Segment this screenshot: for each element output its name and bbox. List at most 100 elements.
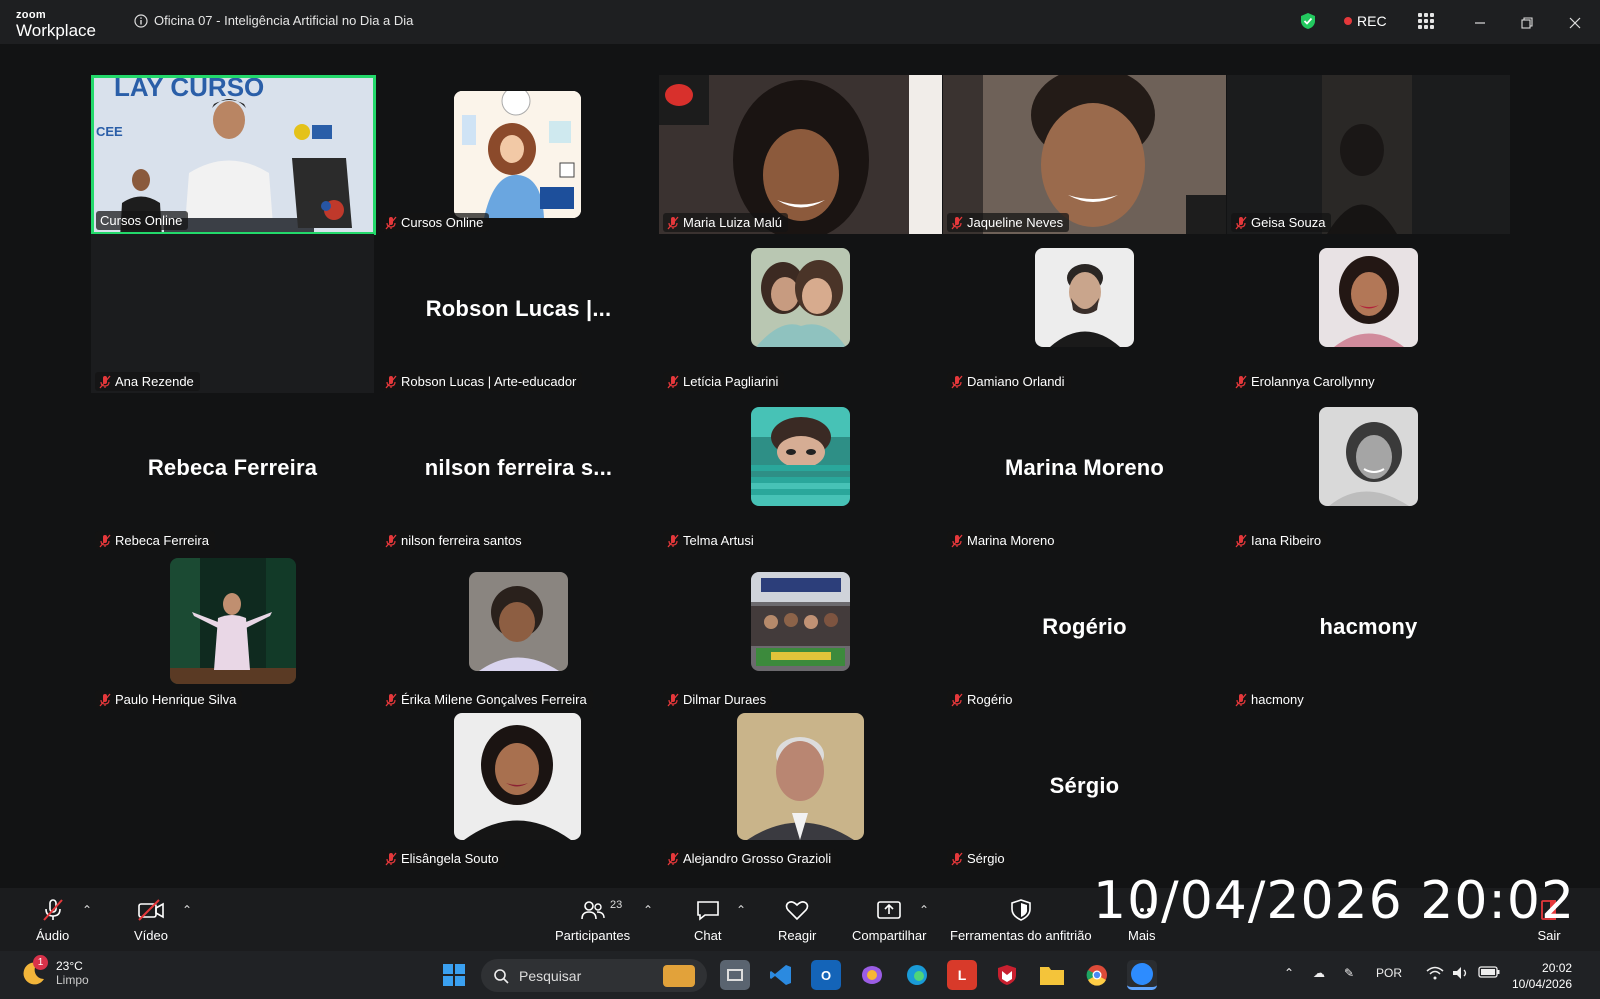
heart-icon (785, 901, 809, 921)
recording-indicator[interactable]: REC (1344, 13, 1387, 29)
participant-name: nilson ferreira santos (401, 533, 522, 548)
photo-avatar (170, 558, 296, 684)
audio-button[interactable]: Áudio (36, 898, 69, 943)
photo-avatar (454, 713, 581, 840)
muted-mic-icon (951, 852, 963, 865)
participant-tile[interactable]: Ana Rezende (91, 234, 374, 393)
participant-nametag: Damiano Orlandi (947, 372, 1071, 391)
participant-tile[interactable]: Damiano Orlandi (943, 234, 1226, 393)
search-placeholder: Pesquisar (519, 967, 582, 984)
participant-tile[interactable]: Alejandro Grosso Grazioli (659, 711, 942, 870)
host-tools-button[interactable]: Ferramentas do anfitrião (950, 898, 1092, 943)
file-explorer-icon[interactable] (1037, 960, 1067, 990)
minimize-button[interactable] (1467, 10, 1493, 36)
participant-tile[interactable]: Paulo Henrique Silva (91, 552, 374, 711)
restore-button[interactable] (1514, 10, 1540, 36)
participant-name: Cursos Online (401, 215, 484, 230)
close-button[interactable] (1562, 10, 1588, 36)
vscode-icon[interactable] (766, 960, 796, 990)
muted-mic-icon (385, 693, 397, 706)
participant-tile[interactable]: Érika Milene Gonçalves Ferreira (377, 552, 660, 711)
participant-nametag: Maria Luiza Malú (663, 213, 788, 232)
audio-options-chevron-icon[interactable]: ⌃ (82, 903, 92, 917)
video-options-chevron-icon[interactable]: ⌃ (182, 903, 192, 917)
title-bar: zoom Workplace Oficina 07 - Inteligência… (0, 0, 1600, 44)
mcafee-icon[interactable] (992, 960, 1022, 990)
participant-tile[interactable]: Maria Luiza Malú (659, 75, 942, 234)
participant-tile[interactable]: Rebeca Ferreira Rebeca Ferreira (91, 393, 374, 552)
participant-nametag: Érika Milene Gonçalves Ferreira (381, 690, 593, 709)
participant-tile[interactable]: Iana Ribeiro (1227, 393, 1510, 552)
react-button[interactable]: Reagir (778, 898, 816, 943)
participant-tile[interactable]: Letícia Pagliarini (659, 234, 942, 393)
participant-tile[interactable]: Rogério Rogério (943, 552, 1226, 711)
avatar (751, 248, 850, 347)
participant-tile[interactable]: Telma Artusi (659, 393, 942, 552)
windows-start-icon[interactable] (439, 960, 469, 990)
avatar (751, 572, 850, 671)
participant-tile[interactable]: hacmony hacmony (1227, 552, 1510, 711)
meeting-title[interactable]: Oficina 07 - Inteligência Artificial no … (134, 13, 413, 28)
taskbar-search[interactable]: Pesquisar (481, 959, 707, 992)
participant-tile[interactable]: nilson ferreira s... nilson ferreira san… (377, 393, 660, 552)
participant-nametag: Cursos Online (96, 211, 189, 230)
participant-tile[interactable]: Jaqueline Neves (943, 75, 1226, 234)
photo-avatar (751, 248, 850, 347)
participant-tile[interactable]: Geisa Souza (1227, 75, 1510, 234)
weather-widget[interactable]: 1 23°C Limpo (20, 955, 89, 988)
avatar (454, 91, 581, 218)
tray-expand-chevron-icon[interactable]: ⌃ (1284, 966, 1294, 980)
outlook-icon[interactable]: O (811, 960, 841, 990)
muted-mic-icon (385, 534, 397, 547)
participant-tile[interactable]: Elisângela Souto (377, 711, 660, 870)
volume-icon[interactable] (1452, 966, 1470, 983)
participants-count-badge: 23 (610, 899, 623, 911)
participant-name: Geisa Souza (1251, 215, 1326, 230)
participants-options-chevron-icon[interactable]: ⌃ (643, 903, 653, 917)
lastpass-icon[interactable]: L (947, 960, 977, 990)
participant-tile[interactable]: Robson Lucas |... Robson Lucas | Arte-ed… (377, 234, 660, 393)
participant-nametag: Sérgio (947, 849, 1011, 868)
onedrive-cloud-icon[interactable]: ☁ (1313, 966, 1325, 980)
photo-avatar (751, 572, 850, 671)
battery-icon[interactable] (1478, 966, 1500, 981)
avatar (454, 713, 581, 840)
clock-time: 20:02 (1542, 961, 1573, 975)
participant-tile[interactable]: Erolannya Carollynny (1227, 234, 1510, 393)
copilot-icon[interactable] (857, 960, 887, 990)
language-indicator[interactable]: POR (1376, 966, 1402, 980)
pen-tray-icon[interactable]: ✎ (1344, 966, 1354, 980)
apps-grid-icon[interactable] (1418, 13, 1434, 34)
weather-desc: Limpo (56, 973, 89, 988)
participant-nametag: Jaqueline Neves (947, 213, 1070, 232)
system-clock[interactable]: 20:02 10/04/2026 (1512, 960, 1572, 992)
task-view-icon[interactable] (720, 960, 750, 990)
participant-tile[interactable]: LAY CURSO CEE Cursos Online (91, 75, 376, 235)
participant-tile[interactable]: Sérgio Sérgio (943, 711, 1226, 870)
zoom-app-icon[interactable] (1127, 960, 1157, 990)
wifi-icon[interactable] (1426, 966, 1444, 983)
participant-tile[interactable]: Cursos Online (377, 75, 660, 234)
participant-name: Jaqueline Neves (967, 215, 1064, 230)
participant-display-name: Rogério (1042, 614, 1127, 639)
chat-button[interactable]: Chat (694, 898, 721, 943)
participant-tile[interactable]: Dilmar Duraes (659, 552, 942, 711)
participant-tile[interactable]: Marina Moreno Marina Moreno (943, 393, 1226, 552)
share-button[interactable]: Compartilhar (852, 898, 926, 943)
chrome-icon[interactable] (1082, 960, 1112, 990)
svg-text:LAY CURSO: LAY CURSO (114, 78, 264, 102)
encryption-shield-icon[interactable] (1300, 12, 1316, 35)
edge-icon[interactable] (902, 960, 932, 990)
camera-off-icon (138, 899, 164, 921)
participant-nametag: Erolannya Carollynny (1231, 372, 1381, 391)
illustration-avatar (454, 91, 581, 218)
participant-name: Damiano Orlandi (967, 374, 1065, 389)
video-button[interactable]: Vídeo (134, 898, 168, 943)
info-icon[interactable] (134, 13, 148, 28)
windows-taskbar: 1 23°C Limpo Pesquisar O L ⌃ ☁ ✎ POR 20:… (0, 951, 1600, 999)
moon-icon: 1 (20, 955, 48, 987)
photo-avatar (737, 713, 864, 840)
muted-mic-icon (667, 852, 679, 865)
share-options-chevron-icon[interactable]: ⌃ (919, 903, 929, 917)
chat-options-chevron-icon[interactable]: ⌃ (736, 903, 746, 917)
